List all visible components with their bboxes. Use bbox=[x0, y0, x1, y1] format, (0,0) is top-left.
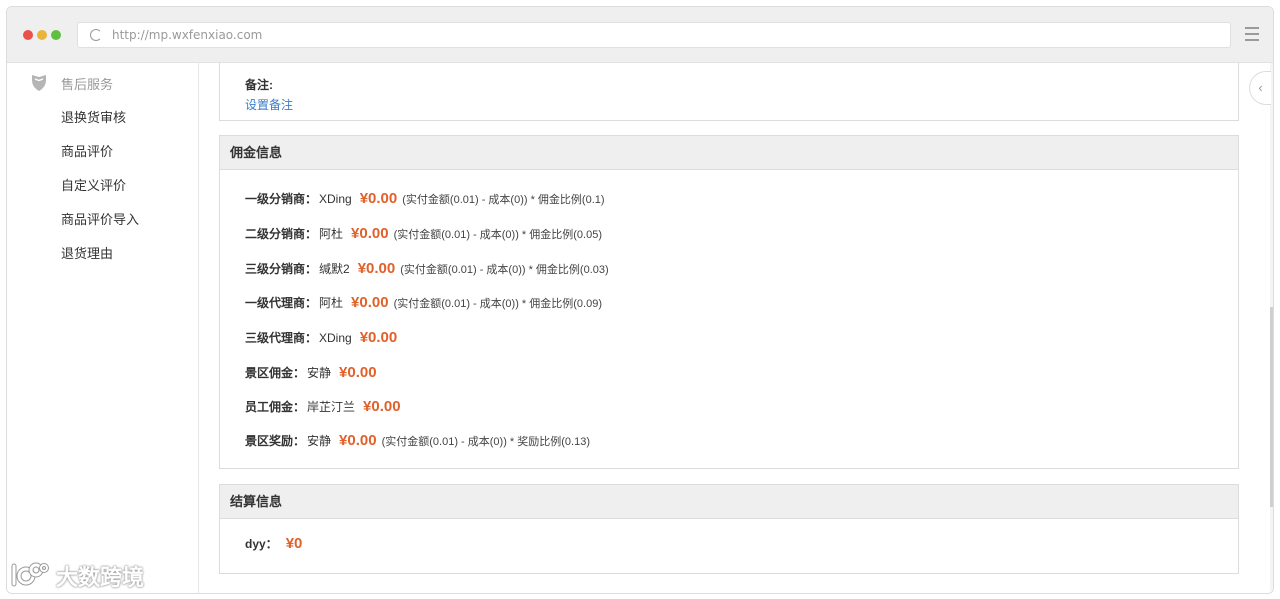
shield-icon bbox=[32, 75, 46, 91]
minimize-window-dot[interactable] bbox=[37, 30, 47, 40]
commission-row: 三级分销商： 缄默2 ¥0.00 (实付金额(0.01) - 成本(0)) * … bbox=[245, 260, 609, 277]
row-name: 岸芷汀兰 bbox=[307, 400, 356, 414]
row-label: 景区佣金： bbox=[245, 366, 306, 380]
settlement-panel-title: 结算信息 bbox=[220, 485, 1238, 519]
settlement-row: dyy： ¥0 bbox=[245, 535, 302, 552]
row-name: XDing bbox=[319, 331, 352, 345]
row-label: 一级分销商： bbox=[245, 192, 318, 206]
sidebar: 售后服务 退换货审核 商品评价 自定义评价 商品评价导入 退货理由 bbox=[7, 63, 199, 593]
sidebar-item-return-reasons[interactable]: 退货理由 bbox=[61, 243, 113, 262]
row-amount: ¥0 bbox=[285, 535, 303, 552]
scrollbar-thumb[interactable] bbox=[1270, 307, 1273, 507]
watermark: 大数跨境 bbox=[10, 560, 144, 592]
watermark-text: 大数跨境 bbox=[56, 565, 145, 590]
row-label: 三级分销商： bbox=[245, 262, 318, 276]
row-formula: (实付金额(0.01) - 成本(0)) * 佣金比例(0.05) bbox=[393, 229, 602, 241]
commission-row: 员工佣金： 岸芷汀兰 ¥0.00 bbox=[245, 398, 401, 415]
row-name: 阿杜 bbox=[319, 227, 344, 241]
commission-row: 一级分销商： XDing ¥0.00 (实付金额(0.01) - 成本(0)) … bbox=[245, 190, 605, 207]
row-label: 三级代理商： bbox=[245, 331, 318, 345]
collapse-panel-button[interactable]: ‹ bbox=[1249, 71, 1271, 105]
row-name: 缄默2 bbox=[319, 262, 350, 276]
row-label: 一级代理商： bbox=[245, 296, 318, 310]
row-name: 阿杜 bbox=[319, 296, 344, 310]
commission-row: 一级代理商： 阿杜 ¥0.00 (实付金额(0.01) - 成本(0)) * 佣… bbox=[245, 294, 602, 311]
browser-window: http://mp.wxfenxiao.com 售后服务 退换货审核 商品评价 … bbox=[6, 6, 1274, 594]
sidebar-section-after-sales[interactable]: 售后服务 bbox=[31, 71, 113, 95]
commission-row: 景区奖励： 安静 ¥0.00 (实付金额(0.01) - 成本(0)) * 奖励… bbox=[245, 432, 590, 449]
sidebar-item-return-review[interactable]: 退换货审核 bbox=[61, 107, 126, 126]
row-amount: ¥0.00 bbox=[359, 190, 398, 207]
row-label: 景区奖励： bbox=[245, 434, 306, 448]
settlement-panel: 结算信息 dyy： ¥0 bbox=[219, 484, 1239, 574]
row-formula: (实付金额(0.01) - 成本(0)) * 佣金比例(0.03) bbox=[400, 264, 609, 276]
row-name: XDing bbox=[319, 192, 352, 206]
row-amount: ¥0.00 bbox=[363, 398, 401, 415]
row-amount: ¥0.00 bbox=[357, 260, 396, 277]
sidebar-section-title: 售后服务 bbox=[61, 76, 114, 92]
row-formula: (实付金额(0.01) - 成本(0)) * 奖励比例(0.13) bbox=[381, 436, 590, 448]
address-bar[interactable]: http://mp.wxfenxiao.com bbox=[77, 22, 1231, 48]
row-amount: ¥0.00 bbox=[351, 225, 389, 242]
browser-toolbar: http://mp.wxfenxiao.com bbox=[7, 7, 1273, 63]
note-label: 备注: bbox=[245, 78, 273, 92]
row-amount: ¥0.00 bbox=[339, 432, 377, 449]
commission-row: 二级分销商： 阿杜 ¥0.00 (实付金额(0.01) - 成本(0)) * 佣… bbox=[245, 225, 602, 242]
row-label: 二级分销商： bbox=[245, 227, 318, 241]
sidebar-item-product-reviews[interactable]: 商品评价 bbox=[61, 141, 113, 160]
row-name: 安静 bbox=[307, 366, 332, 380]
sidebar-item-review-import[interactable]: 商品评价导入 bbox=[61, 209, 139, 228]
hamburger-menu-icon[interactable] bbox=[1245, 27, 1259, 41]
maximize-window-dot[interactable] bbox=[51, 30, 61, 40]
row-amount: ¥0.00 bbox=[359, 329, 398, 346]
commission-row: 景区佣金： 安静 ¥0.00 bbox=[245, 364, 377, 381]
row-amount: ¥0.00 bbox=[351, 294, 389, 311]
note-panel: 备注: 设置备注 bbox=[219, 63, 1239, 121]
commission-panel-title: 佣金信息 bbox=[220, 136, 1238, 170]
row-formula: (实付金额(0.01) - 成本(0)) * 佣金比例(0.09) bbox=[393, 298, 602, 310]
reload-icon[interactable] bbox=[90, 29, 102, 41]
main-content: 备注: 设置备注 佣金信息 一级分销商： XDing ¥0.00 (实付金额(0… bbox=[219, 63, 1239, 593]
close-window-dot[interactable] bbox=[23, 30, 33, 40]
row-label: dyy： bbox=[245, 537, 278, 551]
row-formula: (实付金额(0.01) - 成本(0)) * 佣金比例(0.1) bbox=[402, 194, 605, 206]
row-label: 员工佣金： bbox=[245, 400, 306, 414]
commission-row: 三级代理商： XDing ¥0.00 bbox=[245, 329, 397, 346]
chevron-left-icon: ‹ bbox=[1258, 80, 1263, 95]
url-text: http://mp.wxfenxiao.com bbox=[112, 28, 263, 42]
sidebar-item-custom-reviews[interactable]: 自定义评价 bbox=[61, 175, 126, 194]
row-amount: ¥0.00 bbox=[339, 364, 377, 381]
commission-panel: 佣金信息 一级分销商： XDing ¥0.00 (实付金额(0.01) - 成本… bbox=[219, 135, 1239, 469]
watermark-logo-icon bbox=[11, 562, 49, 587]
set-note-link[interactable]: 设置备注 bbox=[245, 96, 293, 113]
row-name: 安静 bbox=[307, 434, 332, 448]
